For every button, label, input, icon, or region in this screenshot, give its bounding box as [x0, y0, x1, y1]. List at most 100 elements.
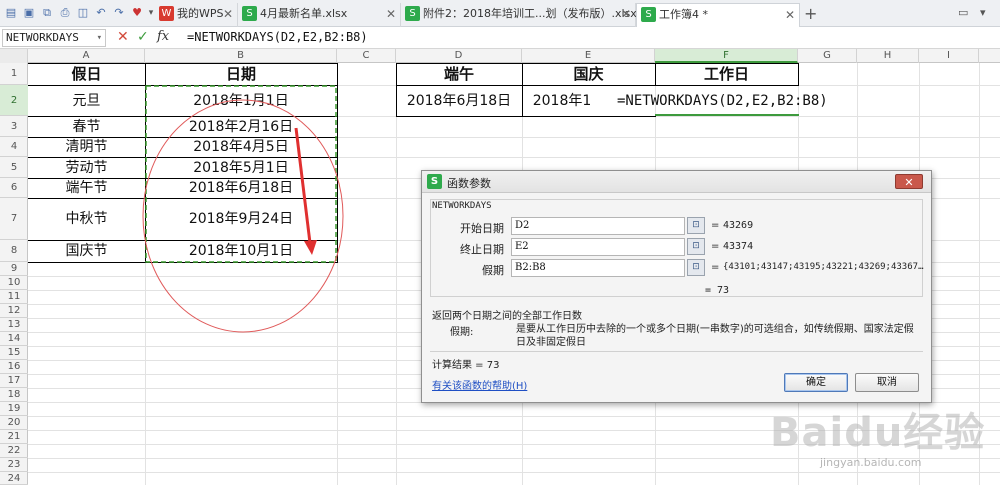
row-header[interactable]: 10 [0, 276, 28, 290]
function-name: NETWORKDAYS [432, 201, 492, 211]
row-header[interactable]: 19 [0, 402, 28, 416]
holidays-input[interactable]: B2:B8 [511, 259, 685, 277]
annotation-arrow-head [304, 240, 317, 255]
spreadsheet-icon: S [242, 6, 257, 21]
name-box-value: NETWORKDAYS [6, 31, 79, 44]
collapse-dialog-icon[interactable]: ⊡ [687, 238, 705, 255]
document-tab-bar: ▤ ▣ ⧉ ⎙ ◫ ↶ ↷ ♥ ▾ W 我的WPS ✕ S 4月最新名单.xls… [0, 0, 1000, 27]
dialog-title: 函数参数 [447, 177, 491, 190]
spreadsheet-window: ▤ ▣ ⧉ ⎙ ◫ ↶ ↷ ♥ ▾ W 我的WPS ✕ S 4月最新名单.xls… [0, 0, 1000, 485]
close-button[interactable]: ✕ [895, 174, 923, 189]
row-header[interactable]: 3 [0, 116, 28, 137]
column-header-e[interactable]: E [522, 49, 655, 63]
tab-label: 我的WPS [177, 7, 224, 20]
select-all-corner[interactable] [0, 49, 28, 63]
window-layout-icon[interactable]: ▭ [958, 6, 968, 19]
row-header[interactable]: 7 [0, 198, 28, 240]
tab-close-icon[interactable]: ✕ [386, 3, 396, 25]
column-header-f[interactable]: F [655, 49, 798, 63]
row-header[interactable]: 23 [0, 458, 28, 472]
row-header[interactable]: 5 [0, 157, 28, 178]
wps-spreadsheet-logo-icon: S [427, 174, 442, 189]
function-arguments-dialog: S 函数参数 ✕ NETWORKDAYS 开始日期 D2 ⊡ = 43269 终… [421, 170, 932, 403]
equals-sign: = [711, 262, 720, 273]
insert-function-icon[interactable]: fx [157, 29, 169, 44]
save-icon[interactable]: ▣ [21, 5, 37, 21]
row-header[interactable]: 13 [0, 318, 28, 332]
column-header-h[interactable]: H [857, 49, 919, 63]
tab-close-icon[interactable]: ✕ [621, 3, 631, 25]
row-header[interactable]: 16 [0, 360, 28, 374]
row-header[interactable]: 4 [0, 137, 28, 157]
tab-close-icon[interactable]: ✕ [223, 3, 233, 25]
row-header[interactable]: 12 [0, 304, 28, 318]
new-tab-icon[interactable]: + [804, 4, 817, 23]
column-header-g[interactable]: G [798, 49, 857, 63]
confirm-entry-icon[interactable]: ✓ [137, 29, 149, 45]
cancel-button[interactable]: 取消 [855, 373, 919, 392]
tab-my-wps[interactable]: W 我的WPS ✕ [155, 3, 238, 27]
baidu-jingyan-watermark: Baidu经验 jingyan.baidu.com [770, 400, 995, 482]
column-header-i[interactable]: I [919, 49, 979, 63]
row-header[interactable]: 1 [0, 63, 28, 85]
row-header[interactable]: 18 [0, 388, 28, 402]
spreadsheet-icon: S [405, 6, 420, 21]
redo-icon[interactable]: ↷ [111, 5, 127, 21]
undo-icon[interactable]: ↶ [93, 5, 109, 21]
watermark-logo-text: Baidu经验 [770, 410, 986, 456]
function-description: 返回两个日期之间的全部工作日数 [432, 311, 582, 322]
row-header[interactable]: 2 [0, 85, 28, 116]
param-label-start-date: 开始日期 [460, 222, 504, 235]
dialog-title-bar[interactable]: S 函数参数 ✕ [422, 171, 931, 193]
tab-workbook-list[interactable]: S 4月最新名单.xlsx ✕ [238, 3, 401, 27]
export-icon[interactable]: ⧉ [39, 5, 55, 21]
preview-icon[interactable]: ◫ [75, 5, 91, 21]
column-header-b[interactable]: B [145, 49, 337, 63]
divider [430, 351, 923, 352]
param-label-end-date: 终止日期 [460, 243, 504, 256]
name-box[interactable]: NETWORKDAYS ▾ [2, 29, 106, 47]
row-header[interactable]: 15 [0, 346, 28, 360]
column-header-d[interactable]: D [396, 49, 522, 63]
row-header[interactable]: 11 [0, 290, 28, 304]
row-header[interactable]: 22 [0, 444, 28, 458]
end-date-result: 43374 [723, 241, 754, 252]
collapse-dialog-icon[interactable]: ⊡ [687, 259, 705, 276]
row-header[interactable]: 24 [0, 472, 28, 485]
row-header[interactable]: 6 [0, 178, 28, 198]
tab-close-icon[interactable]: ✕ [785, 4, 795, 26]
row-header[interactable]: 20 [0, 416, 28, 430]
param-description: 是要从工作日历中去除的一个或多个日期(一串数字)的可选组合，如传统假期、国家法定… [516, 324, 914, 348]
annotation-arrow-shaft [294, 127, 312, 244]
tab-training-plan[interactable]: S 附件2：2018年培训工...划（发布版）.xlsx * ✕ [401, 3, 646, 27]
end-date-input[interactable]: E2 [511, 238, 685, 256]
row-header[interactable]: 8 [0, 240, 28, 262]
chevron-down-icon[interactable]: ▾ [97, 30, 102, 46]
collapse-dialog-icon[interactable]: ⊡ [687, 217, 705, 234]
param-description-label: 假期: [450, 327, 474, 338]
watermark-url: jingyan.baidu.com [820, 456, 922, 469]
column-header-c[interactable]: C [337, 49, 396, 63]
row-header[interactable]: 9 [0, 262, 28, 276]
tab-label: 4月最新名单.xlsx [260, 7, 348, 20]
print-icon[interactable]: ⎙ [57, 5, 73, 21]
formula-bar: NETWORKDAYS ▾ ✕ ✓ fx =NETWORKDAYS(D2,E2,… [0, 27, 1000, 49]
spreadsheet-icon: S [641, 7, 656, 22]
window-menu-icon[interactable]: ▾ [980, 6, 986, 19]
app-menu-icon[interactable]: ▤ [3, 5, 19, 21]
row-header[interactable]: 21 [0, 430, 28, 444]
ok-button[interactable]: 确定 [784, 373, 848, 392]
selected-range-outline [145, 85, 337, 263]
start-date-input[interactable]: D2 [511, 217, 685, 235]
formula-input[interactable]: =NETWORKDAYS(D2,E2,B2:B8) [187, 30, 368, 44]
row-header[interactable]: 14 [0, 332, 28, 346]
start-date-result: 43269 [723, 220, 754, 231]
tab-workbook4[interactable]: S 工作簿4 * ✕ [636, 3, 800, 27]
param-label-holidays: 假期 [482, 264, 504, 277]
column-header-bar: A B C D E F G H I [0, 49, 1000, 63]
cancel-entry-icon[interactable]: ✕ [117, 29, 129, 45]
tab-label: 工作簿4 * [659, 8, 708, 21]
column-header-a[interactable]: A [28, 49, 145, 63]
row-header[interactable]: 17 [0, 374, 28, 388]
function-help-link[interactable]: 有关该函数的帮助(H) [432, 377, 527, 392]
